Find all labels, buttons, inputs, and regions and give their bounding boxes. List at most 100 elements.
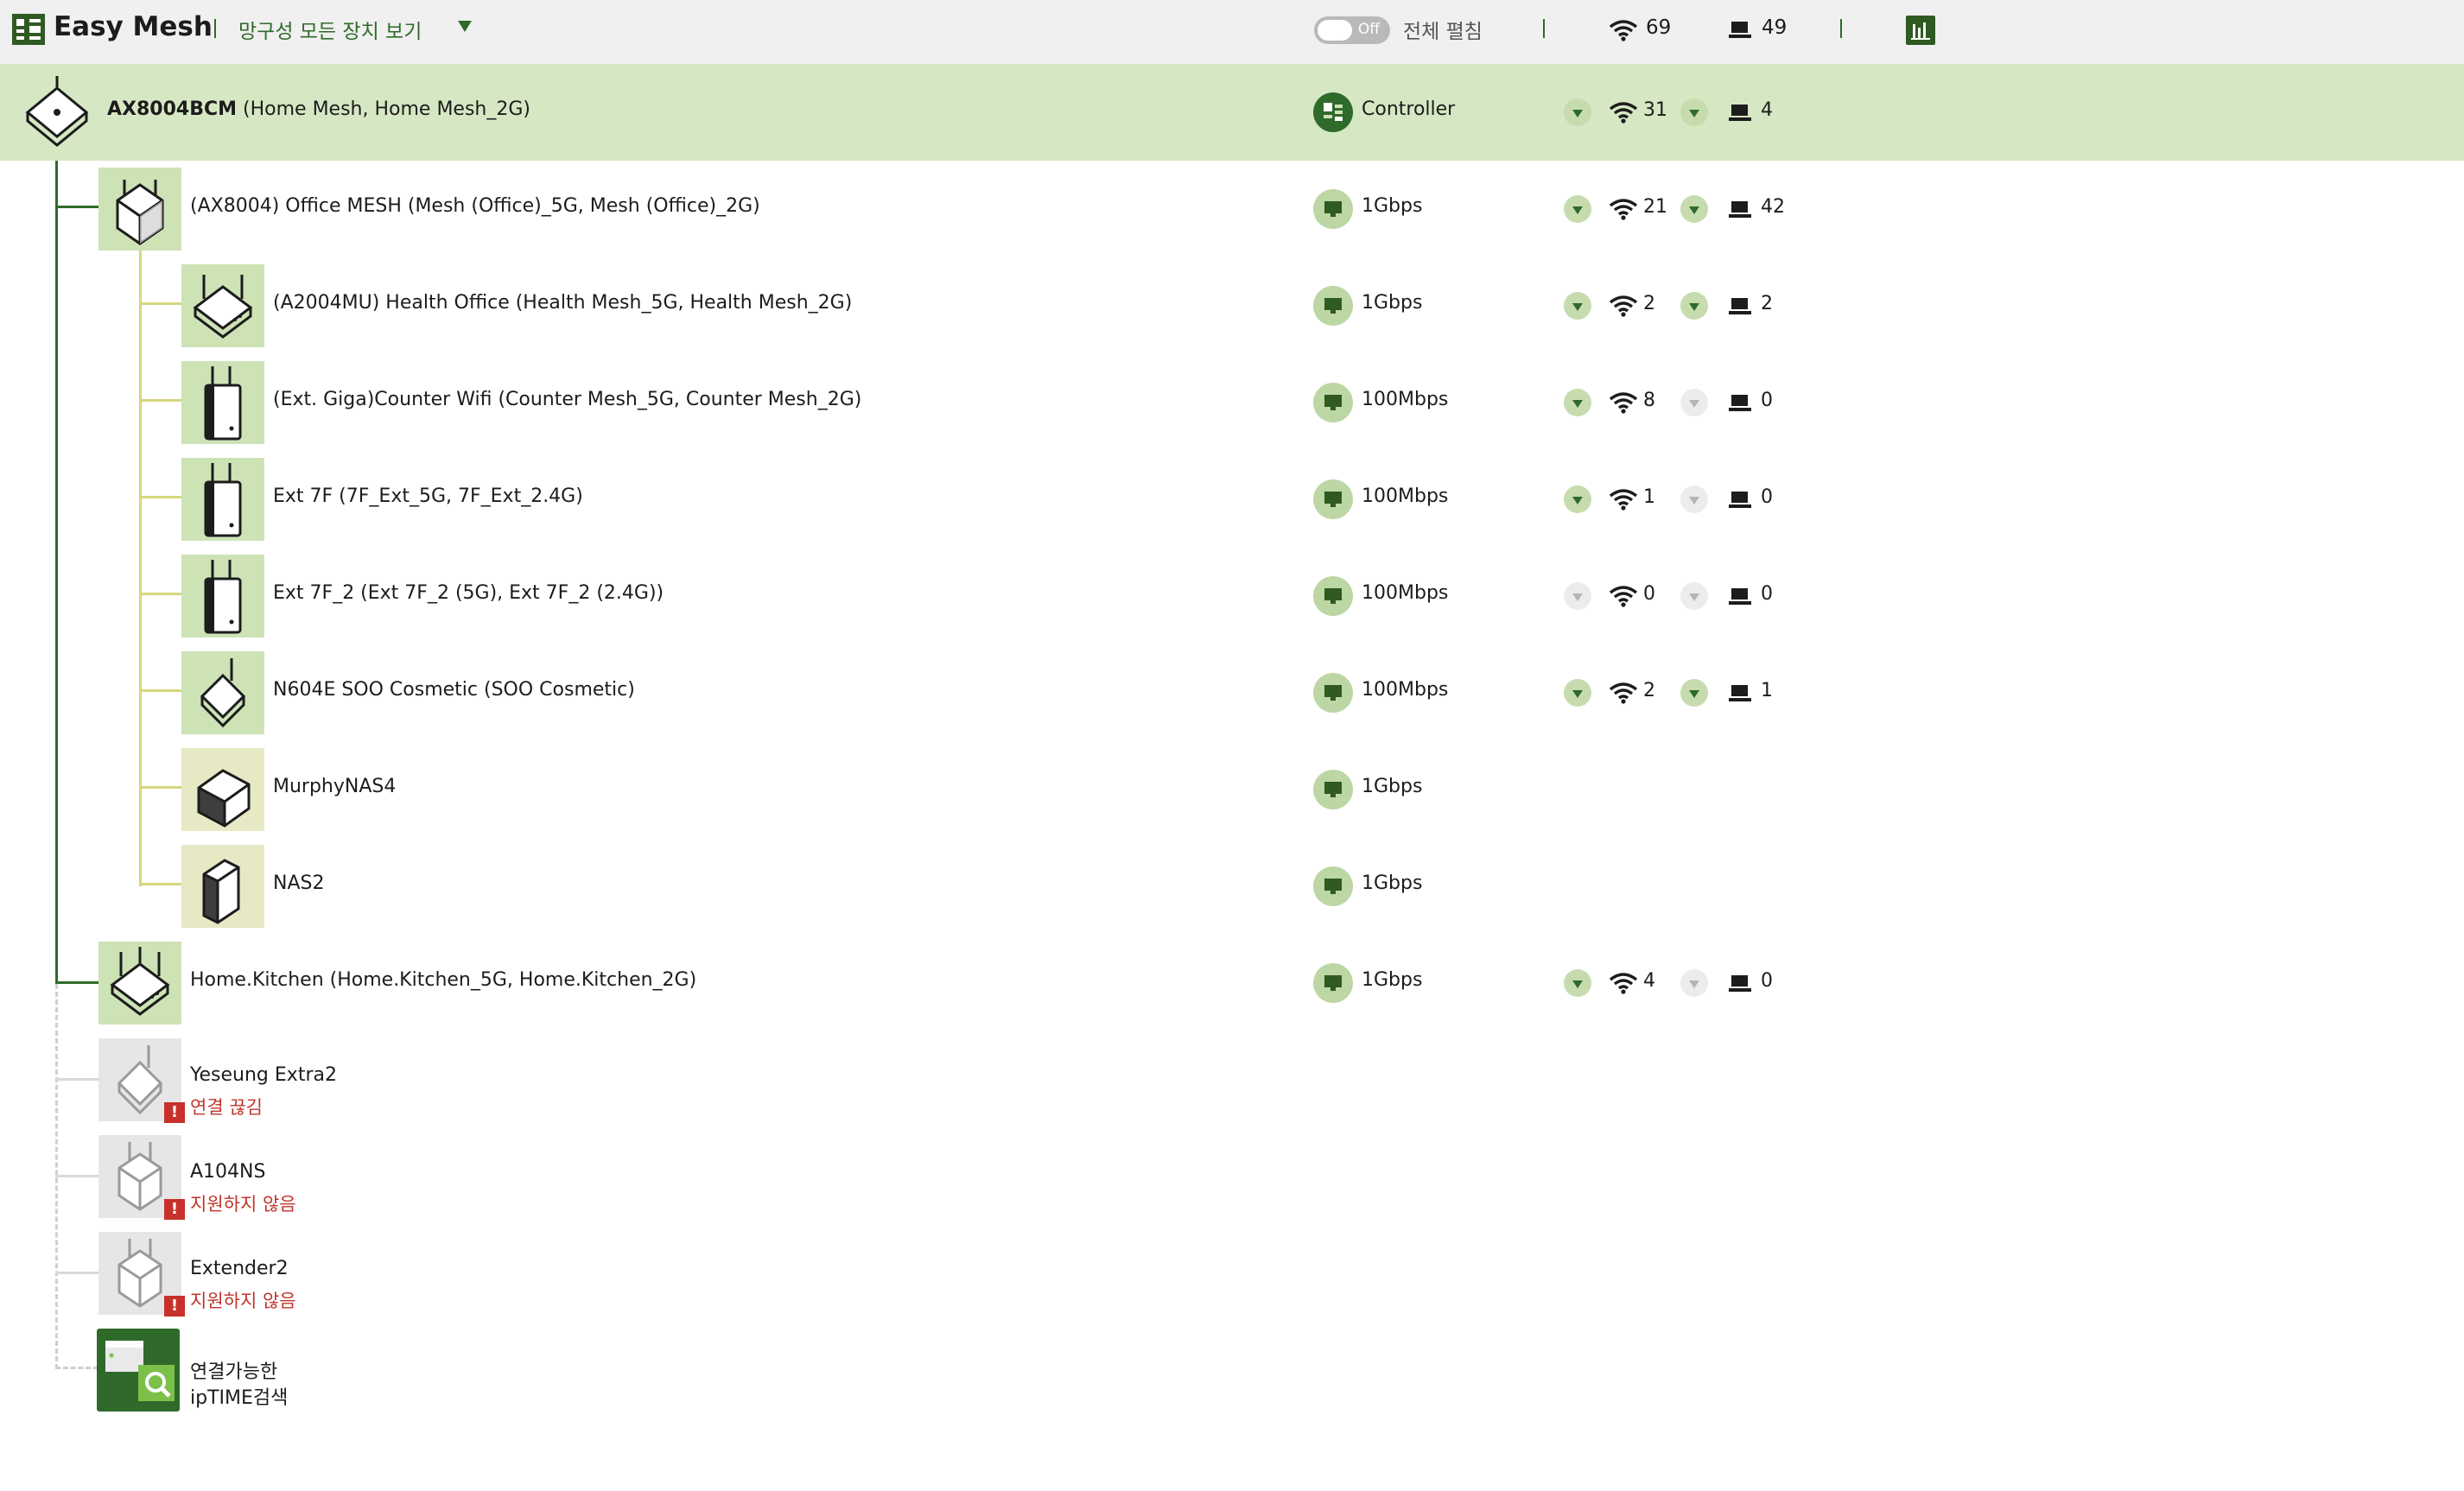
search-label-line2: ipTIME검색 bbox=[190, 1387, 289, 1409]
device-row[interactable]: Ext 7F (7F_Ext_5G, 7F_Ext_2.4G) 100Mbps … bbox=[0, 451, 2464, 548]
expand-all-toggle[interactable]: Off bbox=[1314, 16, 1390, 44]
wired-expand-toggle[interactable] bbox=[1680, 582, 1708, 610]
wifi-icon bbox=[1609, 585, 1638, 611]
wifi-expand-toggle[interactable] bbox=[1564, 292, 1591, 320]
link-speed: 1Gbps bbox=[1362, 872, 1423, 894]
wired-pc-icon bbox=[1729, 492, 1751, 512]
wifi-icon bbox=[1609, 682, 1638, 707]
wired-expand-toggle[interactable] bbox=[1680, 195, 1708, 223]
device-status: 지원하지 않음 bbox=[190, 1291, 296, 1311]
device-status: 지원하지 않음 bbox=[190, 1194, 296, 1215]
wifi-icon bbox=[1609, 972, 1638, 998]
wifi-expand-toggle[interactable] bbox=[1564, 389, 1591, 416]
app-title: Easy Mesh bbox=[54, 11, 213, 42]
wired-pc-icon bbox=[1729, 201, 1751, 222]
wired-pc-icon bbox=[1729, 22, 1751, 42]
wifi-expand-toggle[interactable] bbox=[1564, 969, 1591, 997]
alert-icon: ! bbox=[164, 1102, 185, 1123]
offline-device-row[interactable]: ! A104NS 지원하지 않음 bbox=[0, 1128, 2464, 1225]
wired-expand-toggle[interactable] bbox=[1680, 98, 1708, 126]
extender-icon bbox=[181, 555, 264, 638]
link-speed: 100Mbps bbox=[1362, 389, 1449, 410]
wifi-client-count: 8 bbox=[1643, 390, 1655, 411]
wifi-icon bbox=[1609, 488, 1638, 514]
wifi-expand-toggle[interactable] bbox=[1564, 195, 1591, 223]
wifi-expand-toggle[interactable] bbox=[1564, 98, 1591, 126]
device-row[interactable]: Home.Kitchen (Home.Kitchen_5G, Home.Kitc… bbox=[0, 935, 2464, 1031]
search-iptime-row[interactable]: 연결가능한 ipTIME검색 bbox=[0, 1322, 2464, 1418]
ethernet-icon bbox=[1313, 963, 1353, 1003]
device-row[interactable]: Ext 7F_2 (Ext 7F_2 (5G), Ext 7F_2 (2.4G)… bbox=[0, 548, 2464, 644]
view-mode-select[interactable]: 망구성 모든 장치 보기 bbox=[238, 15, 422, 44]
search-icon[interactable] bbox=[97, 1329, 180, 1412]
device-row[interactable]: MurphyNAS4 1Gbps bbox=[0, 741, 2464, 838]
wired-client-count: 42 bbox=[1761, 196, 1785, 218]
wired-expand-toggle[interactable] bbox=[1680, 389, 1708, 416]
wired-pc-icon bbox=[1729, 685, 1751, 706]
device-name: (A2004MU) Health Office (Health Mesh_5G,… bbox=[273, 292, 853, 314]
wired-expand-toggle[interactable] bbox=[1680, 292, 1708, 320]
wired-expand-toggle[interactable] bbox=[1680, 679, 1708, 707]
offline-device-row[interactable]: ! Extender2 지원하지 않음 bbox=[0, 1225, 2464, 1322]
wired-expand-toggle[interactable] bbox=[1680, 969, 1708, 997]
wired-client-count: 1 bbox=[1761, 680, 1773, 701]
wifi-total-count: 69 bbox=[1646, 16, 1672, 39]
wifi-expand-toggle[interactable] bbox=[1564, 485, 1591, 513]
stats-chart-icon[interactable] bbox=[1906, 16, 1935, 45]
wired-pc-icon bbox=[1729, 395, 1751, 416]
wired-pc-icon bbox=[1729, 298, 1751, 319]
device-name: A104NS bbox=[190, 1161, 266, 1183]
device-row[interactable]: (Ext. Giga)Counter Wifi (Counter Mesh_5G… bbox=[0, 354, 2464, 451]
device-name: N604E SOO Cosmetic (SOO Cosmetic) bbox=[273, 679, 635, 701]
device-row[interactable]: (AX8004) Office MESH (Mesh (Office)_5G, … bbox=[0, 161, 2464, 257]
wifi-expand-toggle[interactable] bbox=[1564, 679, 1591, 707]
wifi-icon bbox=[1609, 101, 1638, 127]
wired-expand-toggle[interactable] bbox=[1680, 485, 1708, 513]
chevron-down-icon[interactable] bbox=[458, 21, 472, 32]
link-speed: 1Gbps bbox=[1362, 969, 1423, 991]
offline-device-row[interactable]: ! Yeseung Extra2 연결 끊김 bbox=[0, 1031, 2464, 1128]
ethernet-icon bbox=[1313, 479, 1353, 519]
wifi-client-count: 31 bbox=[1643, 99, 1667, 121]
wired-pc-icon bbox=[1729, 975, 1751, 996]
easy-mesh-logo-icon bbox=[12, 14, 45, 45]
router-icon bbox=[98, 942, 181, 1025]
device-row[interactable]: N604E SOO Cosmetic (SOO Cosmetic) 100Mbp… bbox=[0, 644, 2464, 741]
header-divider bbox=[1840, 19, 1842, 38]
controller-name: AX8004BCM (Home Mesh, Home Mesh_2G) bbox=[107, 98, 530, 120]
wifi-icon bbox=[1609, 391, 1638, 417]
alert-icon: ! bbox=[164, 1296, 185, 1317]
wired-client-count: 2 bbox=[1761, 293, 1773, 314]
wired-client-count: 0 bbox=[1761, 390, 1773, 411]
wifi-expand-toggle[interactable] bbox=[1564, 582, 1591, 610]
ethernet-icon bbox=[1313, 673, 1353, 713]
wired-client-count: 0 bbox=[1761, 970, 1773, 992]
wifi-client-count: 0 bbox=[1643, 583, 1655, 605]
wifi-client-count: 4 bbox=[1643, 970, 1655, 992]
toggle-state-label: Off bbox=[1357, 21, 1380, 38]
device-row[interactable]: NAS2 1Gbps bbox=[0, 838, 2464, 935]
toggle-knob bbox=[1318, 20, 1352, 41]
device-name: MurphyNAS4 bbox=[273, 776, 397, 797]
search-label-line1: 연결가능한 bbox=[190, 1361, 278, 1383]
ethernet-icon bbox=[1313, 286, 1353, 326]
wifi-client-count: 1 bbox=[1643, 486, 1655, 508]
wired-client-count: 4 bbox=[1761, 99, 1773, 121]
device-row[interactable]: (A2004MU) Health Office (Health Mesh_5G,… bbox=[0, 257, 2464, 354]
extender-icon bbox=[181, 361, 264, 444]
device-name: Yeseung Extra2 bbox=[190, 1064, 337, 1086]
device-name: Ext 7F_2 (Ext 7F_2 (5G), Ext 7F_2 (2.4G)… bbox=[273, 582, 664, 604]
controller-role-icon bbox=[1313, 92, 1353, 132]
controller-role: Controller bbox=[1362, 98, 1456, 120]
device-name: Home.Kitchen (Home.Kitchen_5G, Home.Kitc… bbox=[190, 969, 697, 991]
wifi-client-count: 21 bbox=[1643, 196, 1667, 218]
device-name: Ext 7F (7F_Ext_5G, 7F_Ext_2.4G) bbox=[273, 485, 583, 507]
header-divider bbox=[214, 19, 216, 38]
wifi-icon bbox=[1609, 198, 1638, 224]
wired-total-count: 49 bbox=[1762, 16, 1788, 39]
link-speed: 100Mbps bbox=[1362, 485, 1449, 507]
header-divider bbox=[1543, 19, 1545, 38]
controller-row[interactable]: AX8004BCM (Home Mesh, Home Mesh_2G) Cont… bbox=[0, 64, 2464, 161]
router-icon bbox=[181, 264, 264, 347]
link-speed: 1Gbps bbox=[1362, 776, 1423, 797]
